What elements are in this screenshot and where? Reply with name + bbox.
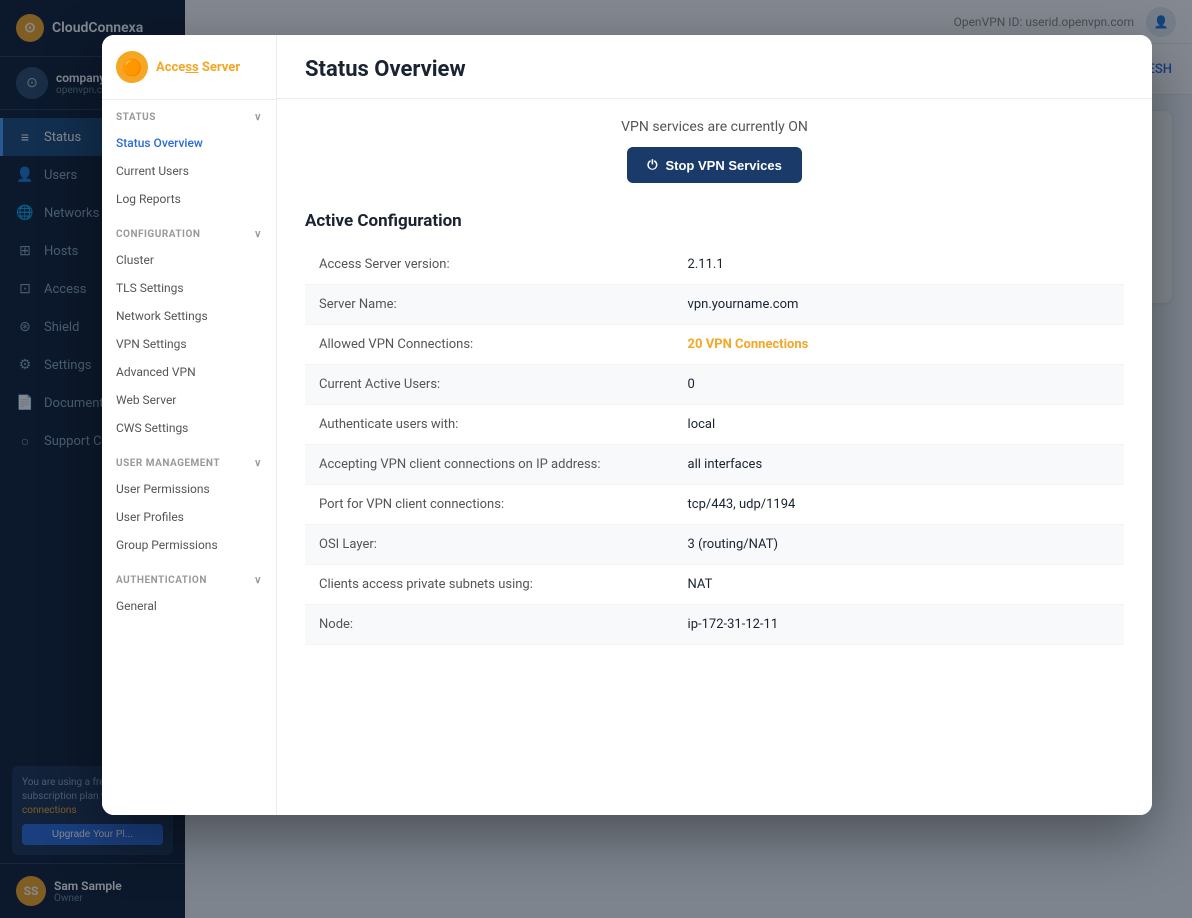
config-row: Current Active Users:0 <box>305 365 1124 405</box>
modal-logo-icon: 🟠 <box>116 51 148 83</box>
modal-nav-status-section: STATUS ∨ Status Overview Current Users L… <box>102 100 276 217</box>
config-row: Node:ip-172-31-12-11 <box>305 605 1124 645</box>
modal-nav-group-permissions[interactable]: Group Permissions <box>102 531 276 559</box>
chevron-icon: ∨ <box>254 458 262 469</box>
modal-nav-current-users[interactable]: Current Users <box>102 157 276 185</box>
config-row: Allowed VPN Connections:20 VPN Connectio… <box>305 325 1124 365</box>
chevron-icon: ∨ <box>254 112 262 123</box>
config-value: 2.11.1 <box>674 245 1124 284</box>
modal-body: VPN services are currently ON ⏻ Stop VPN… <box>277 99 1152 665</box>
config-key: Node: <box>305 605 674 644</box>
modal-nav-cluster[interactable]: Cluster <box>102 246 276 274</box>
access-server-modal: 🟠 Access Server STATUS ∨ Status Overview… <box>102 35 1152 815</box>
modal-overlay: 🟠 Access Server STATUS ∨ Status Overview… <box>0 0 1192 918</box>
modal-title: Status Overview <box>305 57 1124 82</box>
modal-nav-general[interactable]: General <box>102 592 276 620</box>
config-value: all interfaces <box>674 445 1124 484</box>
config-row: Authenticate users with:local <box>305 405 1124 445</box>
modal-logo-text: Access Server <box>156 60 240 75</box>
config-value: 3 (routing/NAT) <box>674 525 1124 564</box>
modal-nav-config-section: CONFIGURATION ∨ Cluster TLS Settings Net… <box>102 217 276 446</box>
active-config-title: Active Configuration <box>305 211 1124 231</box>
config-value: 20 VPN Connections <box>674 325 1124 364</box>
config-value: local <box>674 405 1124 444</box>
modal-nav-log-reports[interactable]: Log Reports <box>102 185 276 213</box>
logo-text-rest: Server <box>199 60 240 75</box>
modal-nav-vpn-settings[interactable]: VPN Settings <box>102 330 276 358</box>
config-value: NAT <box>674 565 1124 604</box>
modal-nav-advanced-vpn[interactable]: Advanced VPN <box>102 358 276 386</box>
modal-nav-user-permissions[interactable]: User Permissions <box>102 475 276 503</box>
modal-nav-network-settings[interactable]: Network Settings <box>102 302 276 330</box>
config-section-title: CONFIGURATION ∨ <box>102 229 276 246</box>
config-key: Authenticate users with: <box>305 405 674 444</box>
modal-sidebar: 🟠 Access Server STATUS ∨ Status Overview… <box>102 35 277 815</box>
config-row: Access Server version:2.11.1 <box>305 245 1124 285</box>
auth-section-title: AUTHENTICATION ∨ <box>102 575 276 592</box>
config-key: Allowed VPN Connections: <box>305 325 674 364</box>
config-key: Current Active Users: <box>305 365 674 404</box>
config-row: Clients access private subnets using:NAT <box>305 565 1124 605</box>
modal-nav-web-server[interactable]: Web Server <box>102 386 276 414</box>
chevron-icon: ∨ <box>254 229 262 240</box>
stop-vpn-button[interactable]: ⏻ Stop VPN Services <box>627 147 802 183</box>
config-row: Port for VPN client connections:tcp/443,… <box>305 485 1124 525</box>
modal-nav-tls-settings[interactable]: TLS Settings <box>102 274 276 302</box>
modal-header: Status Overview <box>277 35 1152 99</box>
config-key: Server Name: <box>305 285 674 324</box>
power-icon: ⏻ <box>647 157 657 173</box>
config-key: Access Server version: <box>305 245 674 284</box>
config-row: Accepting VPN client connections on IP a… <box>305 445 1124 485</box>
config-key: Accepting VPN client connections on IP a… <box>305 445 674 484</box>
modal-main: Status Overview VPN services are current… <box>277 35 1152 815</box>
config-value: ip-172-31-12-11 <box>674 605 1124 644</box>
config-row: OSI Layer:3 (routing/NAT) <box>305 525 1124 565</box>
modal-nav-user-profiles[interactable]: User Profiles <box>102 503 276 531</box>
config-value: 0 <box>674 365 1124 404</box>
user-mgmt-section-title: USER MANAGEMENT ∨ <box>102 458 276 475</box>
config-key: OSI Layer: <box>305 525 674 564</box>
config-table: Access Server version:2.11.1Server Name:… <box>305 245 1124 645</box>
vpn-status-text: VPN services are currently ON <box>621 119 808 135</box>
chevron-icon: ∨ <box>254 575 262 586</box>
modal-nav-user-mgmt-section: USER MANAGEMENT ∨ User Permissions User … <box>102 446 276 563</box>
config-value: vpn.yourname.com <box>674 285 1124 324</box>
config-row: Server Name:vpn.yourname.com <box>305 285 1124 325</box>
config-key: Clients access private subnets using: <box>305 565 674 604</box>
modal-nav-cws-settings[interactable]: CWS Settings <box>102 414 276 442</box>
modal-nav-status-overview[interactable]: Status Overview <box>102 129 276 157</box>
config-key: Port for VPN client connections: <box>305 485 674 524</box>
modal-nav-auth-section: AUTHENTICATION ∨ General <box>102 563 276 624</box>
status-section-title: STATUS ∨ <box>102 112 276 129</box>
config-value: tcp/443, udp/1194 <box>674 485 1124 524</box>
vpn-status-row: VPN services are currently ON ⏻ Stop VPN… <box>305 119 1124 183</box>
logo-text-highlight: Acce <box>156 60 185 75</box>
modal-logo: 🟠 Access Server <box>102 35 276 100</box>
logo-text-underline: ss <box>185 60 198 75</box>
